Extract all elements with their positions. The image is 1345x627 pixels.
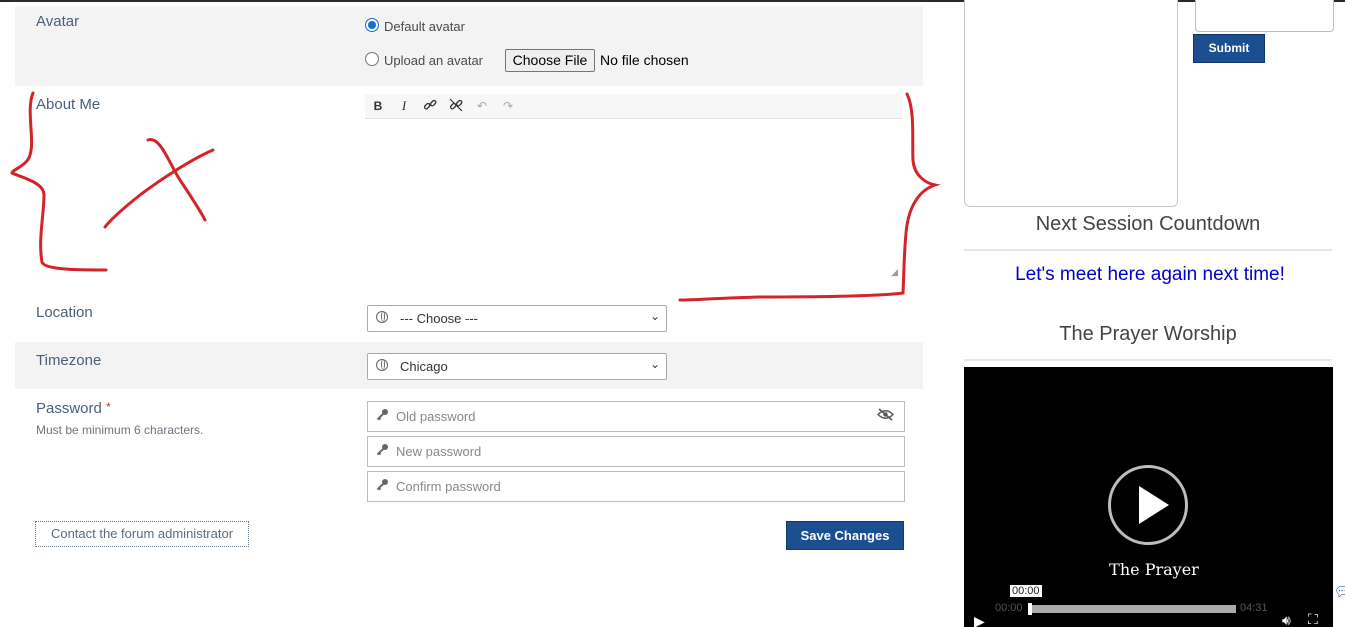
x-mark-1 [146,138,207,222]
left-brace-mark [10,91,108,272]
x-mark-2 [103,148,215,229]
annotation-marks [10,91,941,302]
right-brace-mark [678,92,941,302]
